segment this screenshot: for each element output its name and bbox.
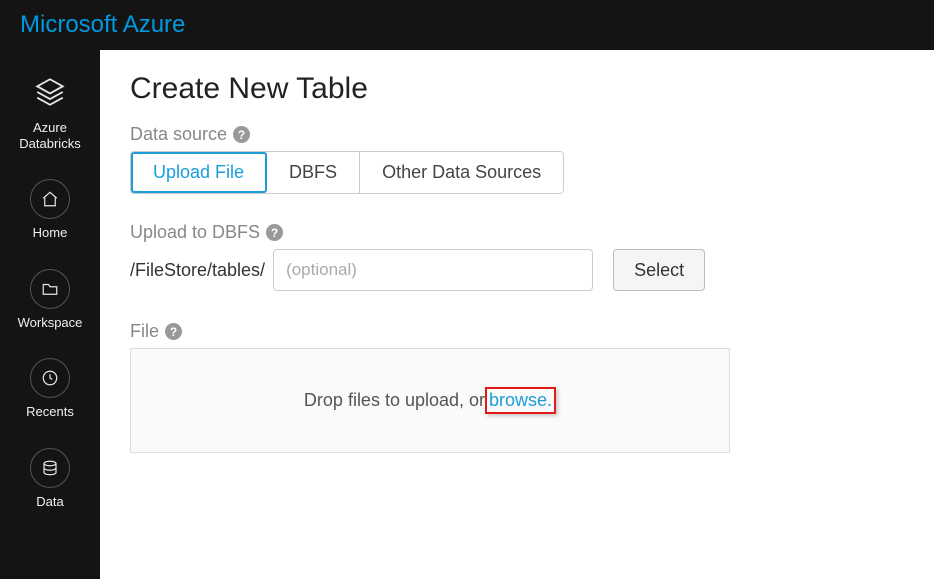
help-icon[interactable]: ? <box>165 323 182 340</box>
path-prefix: /FileStore/tables/ <box>130 260 265 281</box>
database-icon <box>30 448 70 488</box>
sidebar-item-recents[interactable]: Recents <box>26 358 74 420</box>
brand-logo: Microsoft Azure <box>20 11 185 39</box>
upload-to-dbfs-label: Upload to DBFS ? <box>130 222 904 243</box>
data-source-label-text: Data source <box>130 124 227 145</box>
layers-icon <box>28 70 72 114</box>
path-input[interactable] <box>273 249 593 291</box>
tab-upload-file[interactable]: Upload File <box>131 152 267 193</box>
sidebar-item-workspace[interactable]: Workspace <box>18 269 83 331</box>
sidebar-item-azure-databricks[interactable]: Azure Databricks <box>19 70 80 151</box>
upload-label-text: Upload to DBFS <box>130 222 260 243</box>
drop-text: Drop files to upload, or <box>304 390 485 411</box>
data-source-label: Data source ? <box>130 124 904 145</box>
home-icon <box>30 179 70 219</box>
sidebar-item-label: Home <box>33 225 68 241</box>
topbar: Microsoft Azure <box>0 0 934 50</box>
folder-icon <box>30 269 70 309</box>
file-dropzone[interactable]: Drop files to upload, or browse. <box>130 348 730 453</box>
sidebar-item-label: Azure Databricks <box>19 120 80 151</box>
file-label: File ? <box>130 321 904 342</box>
tab-other-sources[interactable]: Other Data Sources <box>360 152 563 193</box>
help-icon[interactable]: ? <box>233 126 250 143</box>
page-title: Create New Table <box>130 72 904 106</box>
sidebar-item-label: Data <box>36 494 63 510</box>
sidebar: Azure Databricks Home Workspace <box>0 50 100 579</box>
help-icon[interactable]: ? <box>266 224 283 241</box>
sidebar-item-label: Recents <box>26 404 74 420</box>
main-content: Create New Table Data source ? Upload Fi… <box>100 50 934 579</box>
sidebar-item-label: Workspace <box>18 315 83 331</box>
select-button[interactable]: Select <box>613 249 705 291</box>
browse-highlight: browse. <box>485 387 556 414</box>
sidebar-item-home[interactable]: Home <box>30 179 70 241</box>
clock-icon <box>30 358 70 398</box>
data-source-tabs: Upload File DBFS Other Data Sources <box>130 151 564 194</box>
upload-path-row: /FileStore/tables/ Select <box>130 249 904 291</box>
file-label-text: File <box>130 321 159 342</box>
browse-link[interactable]: browse. <box>489 390 552 410</box>
tab-dbfs[interactable]: DBFS <box>267 152 360 193</box>
sidebar-item-data[interactable]: Data <box>30 448 70 510</box>
